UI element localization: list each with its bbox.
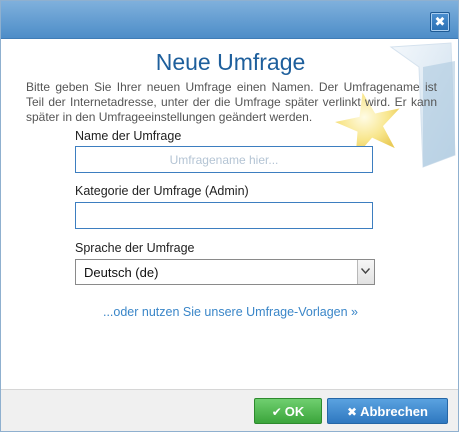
survey-language-select[interactable]: Deutsch (de) — [75, 259, 375, 285]
ok-button-label: OK — [284, 404, 305, 419]
survey-name-label: Name der Umfrage — [75, 129, 182, 143]
survey-language-label: Sprache der Umfrage — [75, 241, 195, 255]
survey-templates-link[interactable]: ...oder nutzen Sie unsere Umfrage-Vorlag… — [1, 305, 458, 319]
survey-category-label: Kategorie der Umfrage (Admin) — [75, 184, 249, 198]
ok-button[interactable]: ✔ OK — [254, 398, 322, 424]
survey-language-value: Deutsch (de) — [84, 265, 159, 280]
dialog-titlebar[interactable]: ✖ — [1, 1, 458, 39]
close-icon[interactable]: ✖ — [430, 12, 450, 32]
dialog-intro-text: Bitte geben Sie Ihrer neuen Umfrage eine… — [26, 80, 437, 124]
survey-category-input[interactable] — [75, 202, 373, 229]
dialog-title: Neue Umfrage — [155, 49, 306, 75]
cancel-button[interactable]: ✖ Abbrechen — [327, 398, 448, 424]
new-survey-dialog: ✖ Neue Umfrage Bitte geben Sie Ihrer neu… — [0, 0, 459, 432]
survey-name-input[interactable] — [75, 146, 373, 173]
x-icon: ✖ — [347, 405, 358, 419]
cancel-button-label: Abbrechen — [360, 404, 428, 419]
chevron-down-icon[interactable] — [357, 260, 374, 284]
dialog-footer: ✔ OK ✖ Abbrechen — [1, 389, 458, 431]
check-icon: ✔ — [271, 405, 282, 419]
